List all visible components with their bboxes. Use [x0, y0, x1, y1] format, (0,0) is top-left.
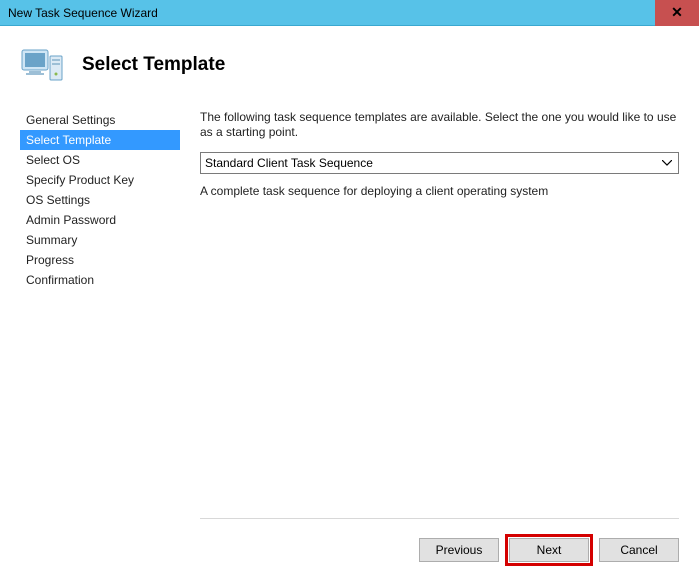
sidebar-item-label: General Settings [26, 113, 115, 127]
next-button[interactable]: Next [509, 538, 589, 562]
wizard-footer: Previous Next Cancel [419, 534, 679, 566]
sidebar-item-admin-password[interactable]: Admin Password [20, 210, 180, 230]
window-title: New Task Sequence Wizard [8, 6, 158, 20]
sidebar-item-general-settings[interactable]: General Settings [20, 110, 180, 130]
footer-divider [200, 518, 679, 519]
sidebar-item-label: OS Settings [26, 193, 90, 207]
sidebar-item-label: Specify Product Key [26, 173, 134, 187]
titlebar: New Task Sequence Wizard ✕ [0, 0, 699, 26]
sidebar-item-label: Select OS [26, 153, 80, 167]
close-button[interactable]: ✕ [655, 0, 699, 26]
sidebar-item-label: Admin Password [26, 213, 116, 227]
sidebar-item-confirmation[interactable]: Confirmation [20, 270, 180, 290]
page-title: Select Template [82, 54, 225, 76]
next-button-highlight: Next [505, 534, 593, 566]
sidebar-item-label: Progress [26, 253, 74, 267]
sidebar-item-label: Confirmation [26, 273, 94, 287]
sidebar-item-specify-product-key[interactable]: Specify Product Key [20, 170, 180, 190]
close-icon: ✕ [671, 4, 683, 21]
wizard-steps-sidebar: General Settings Select Template Select … [20, 110, 180, 506]
template-select[interactable]: Standard Client Task Sequence [200, 152, 679, 174]
sidebar-item-select-template[interactable]: Select Template [20, 130, 180, 150]
wizard-header: Select Template [0, 26, 699, 96]
wizard-main: The following task sequence templates ar… [180, 110, 679, 506]
sidebar-item-label: Summary [26, 233, 77, 247]
sidebar-item-select-os[interactable]: Select OS [20, 150, 180, 170]
sidebar-item-os-settings[interactable]: OS Settings [20, 190, 180, 210]
computer-icon [20, 44, 64, 86]
wizard-body: General Settings Select Template Select … [0, 96, 699, 506]
instruction-text: The following task sequence templates ar… [200, 110, 679, 140]
sidebar-item-summary[interactable]: Summary [20, 230, 180, 250]
cancel-button[interactable]: Cancel [599, 538, 679, 562]
sidebar-item-progress[interactable]: Progress [20, 250, 180, 270]
template-description: A complete task sequence for deploying a… [200, 184, 679, 198]
previous-button[interactable]: Previous [419, 538, 499, 562]
sidebar-item-label: Select Template [26, 133, 111, 147]
